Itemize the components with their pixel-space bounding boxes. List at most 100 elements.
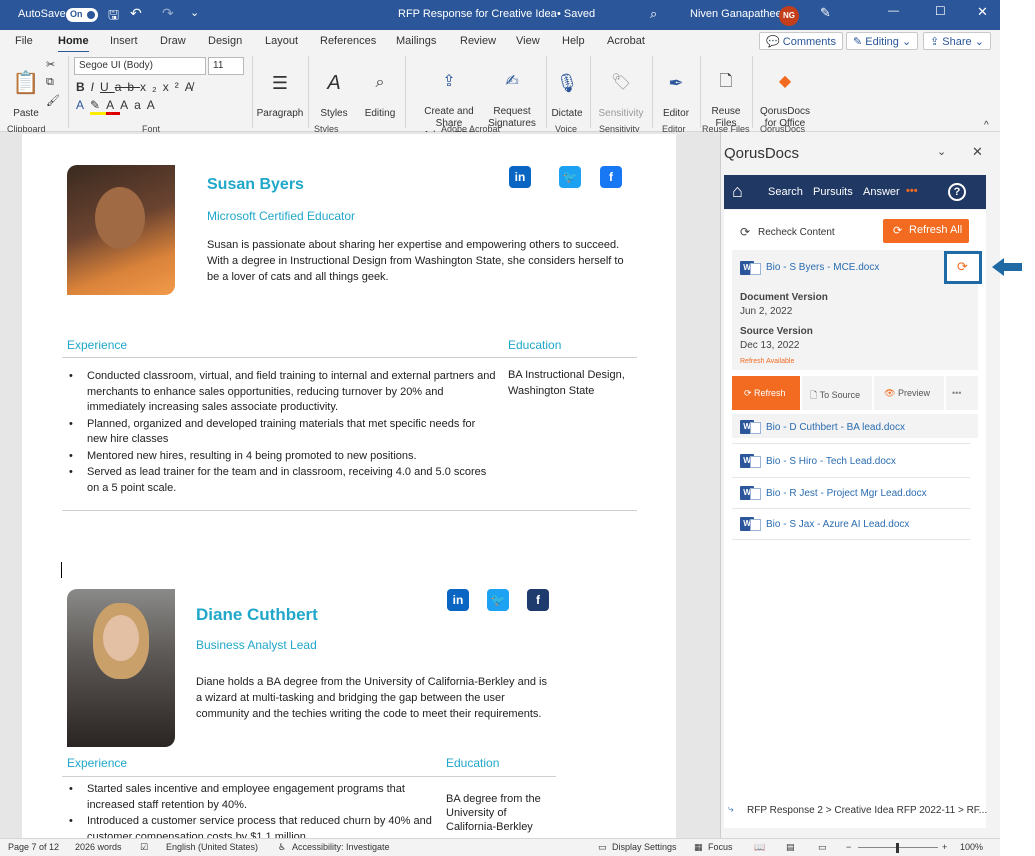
save-icon[interactable]: 🖫 (108, 6, 119, 28)
doc-link[interactable]: Bio - S Hiro - Tech Lead.docx (766, 456, 896, 467)
share-button[interactable]: ⇪ Share ⌄ (923, 32, 991, 50)
cut-icon[interactable]: ✂ (46, 58, 55, 71)
tab-mailings[interactable]: Mailings (396, 35, 436, 47)
copy-icon[interactable]: ⧉ (46, 76, 54, 89)
selected-doc-link[interactable]: Bio - S Byers - MCE.docx (766, 262, 879, 273)
tab-layout[interactable]: Layout (265, 35, 298, 47)
breadcrumb[interactable]: RFP Response 2 > Creative Idea RFP 2022-… (747, 805, 987, 816)
document-title[interactable]: RFP Response for Creative Idea (398, 8, 557, 20)
focus-mode[interactable]: Focus (708, 842, 733, 852)
close-icon[interactable]: ✕ (977, 4, 988, 20)
minimize-icon[interactable]: — (888, 5, 899, 17)
grow-font-icon[interactable]: A (147, 98, 161, 112)
doc-link[interactable]: Bio - R Jest - Project Mgr Lead.docx (766, 488, 927, 499)
editing-button[interactable]: ⌕ Editing (360, 58, 400, 120)
clear-format-icon[interactable]: A̸ (185, 80, 199, 94)
saved-status[interactable]: • Saved (557, 8, 595, 20)
nav-search[interactable]: Search (768, 186, 803, 198)
facebook-icon[interactable]: f (527, 589, 549, 611)
superscript-icon[interactable]: x² (163, 80, 185, 94)
subscript-icon[interactable]: x₂ (140, 80, 163, 94)
home-icon[interactable]: ⌂ (732, 181, 743, 201)
paste-button[interactable]: 📋 Paste (10, 58, 42, 120)
web-layout-icon[interactable]: ▭ (818, 842, 827, 853)
linkedin-icon[interactable]: in (447, 589, 469, 611)
text-effects-icon[interactable]: A (76, 98, 90, 112)
recheck-icon[interactable]: ⟳ (740, 225, 750, 239)
display-settings[interactable]: Display Settings (612, 842, 677, 852)
tab-acrobat[interactable]: Acrobat (607, 35, 645, 47)
highlight-icon[interactable]: ✎ (90, 98, 107, 115)
zoom-thumb[interactable] (896, 843, 899, 853)
zoom-out-icon[interactable]: − (846, 842, 851, 852)
pane-close-icon[interactable]: ✕ (972, 144, 983, 160)
to-source-button[interactable]: 🗋 To Source (802, 376, 872, 410)
focus-icon[interactable]: ▦ (694, 842, 703, 853)
refresh-item-icon[interactable]: ⟳ (957, 259, 968, 275)
accessibility-status[interactable]: Accessibility: Investigate (292, 842, 390, 852)
comments-button[interactable]: 💬 Comments (759, 32, 843, 50)
facebook-icon[interactable]: f (600, 166, 622, 188)
nav-more-icon[interactable]: ••• (906, 185, 918, 197)
tab-help[interactable]: Help (562, 35, 585, 47)
maximize-icon[interactable]: ☐ (935, 4, 946, 18)
more-actions-button[interactable]: ••• (946, 376, 978, 410)
user-name[interactable]: Niven Ganapathee (690, 8, 782, 20)
tab-view[interactable]: View (516, 35, 540, 47)
refresh-all-button[interactable]: ⟳ Refresh All (883, 219, 969, 243)
word-count[interactable]: 2026 words (75, 842, 122, 852)
tab-home[interactable]: Home (58, 35, 89, 53)
autosave-toggle[interactable]: On (66, 8, 98, 22)
paragraph-button[interactable]: ☰ Paragraph (256, 58, 304, 120)
twitter-icon[interactable]: 🐦 (487, 589, 509, 611)
tab-review[interactable]: Review (460, 35, 496, 47)
pen-icon[interactable]: ✎ (820, 5, 831, 21)
request-signatures-button[interactable]: ✍ Request Signatures (488, 58, 536, 130)
refresh-button[interactable]: ⟳ Refresh (732, 376, 800, 410)
sensitivity-button[interactable]: 🏷 Sensitivity (596, 58, 646, 120)
customize-qat-icon[interactable]: ⌄ (190, 6, 199, 19)
zoom-level[interactable]: 100% (960, 842, 983, 852)
redo-icon[interactable]: ↷ (162, 5, 174, 22)
help-icon[interactable]: ? (948, 183, 966, 201)
tab-file[interactable]: File (15, 35, 33, 47)
font-size-select[interactable]: 11 (208, 57, 244, 75)
document-page[interactable]: Susan Byers Microsoft Certified Educator… (22, 134, 676, 838)
font-color-icon[interactable]: A (106, 98, 121, 115)
tab-design[interactable]: Design (208, 35, 242, 47)
print-layout-icon[interactable]: ▤ (786, 842, 795, 853)
twitter-icon[interactable]: 🐦 (559, 166, 581, 188)
editor-button[interactable]: ✒ Editor (656, 58, 696, 120)
font-name-select[interactable]: Segoe UI (Body) (74, 57, 206, 75)
tab-references[interactable]: References (320, 35, 376, 47)
format-painter-icon[interactable]: 🖌 (46, 94, 60, 107)
reuse-files-button[interactable]: 🗋 Reuse Files (704, 58, 748, 130)
undo-icon[interactable]: ↶ (130, 5, 142, 22)
nav-pursuits[interactable]: Pursuits (813, 186, 853, 198)
doc-link[interactable]: Bio - S Jax - Azure AI Lead.docx (766, 519, 909, 530)
preview-button[interactable]: 👁 Preview (874, 376, 944, 410)
dictate-button[interactable]: 🎙 Dictate (550, 58, 584, 120)
strikethrough-icon[interactable]: ab (115, 80, 140, 94)
doc-link[interactable]: Bio - D Cuthbert - BA lead.docx (766, 422, 905, 433)
tab-insert[interactable]: Insert (110, 35, 138, 47)
accessibility-icon[interactable]: ♿ (278, 842, 286, 853)
editing-mode-button[interactable]: ✎ Editing ⌄ (846, 32, 919, 50)
underline-icon[interactable]: U (100, 80, 115, 94)
linkedin-icon[interactable]: in (509, 166, 531, 188)
page-count[interactable]: Page 7 of 12 (8, 842, 59, 852)
language[interactable]: English (United States) (166, 842, 258, 852)
bold-icon[interactable]: B (76, 80, 91, 94)
change-case-icon[interactable]: Aa (120, 98, 147, 112)
search-icon[interactable]: ⌕ (650, 6, 657, 22)
italic-icon[interactable]: I (91, 80, 100, 94)
avatar[interactable]: NG (779, 6, 799, 26)
tab-draw[interactable]: Draw (160, 35, 186, 47)
nav-answer[interactable]: Answer (863, 186, 900, 198)
recheck-content[interactable]: Recheck Content (758, 227, 835, 238)
display-settings-icon[interactable]: ▭ (598, 842, 607, 853)
pane-options-icon[interactable]: ⌄ (937, 145, 946, 158)
read-mode-icon[interactable]: 📖 (754, 842, 765, 853)
collapse-ribbon-icon[interactable]: ^ (984, 120, 989, 131)
styles-button[interactable]: A Styles (314, 58, 354, 120)
